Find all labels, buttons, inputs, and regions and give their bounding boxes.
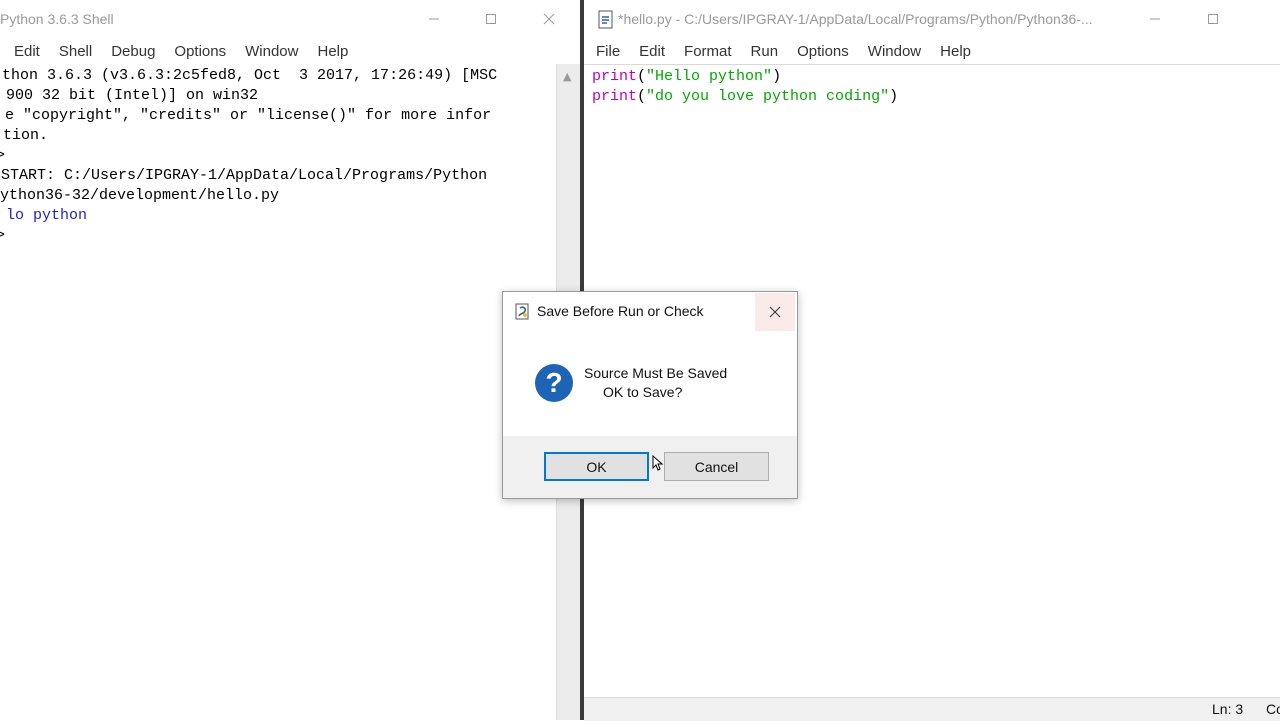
editor-title: *hello.py - C:/Users/IPGRAY-1/AppData/Lo…	[618, 11, 1093, 27]
menu-window[interactable]: Window	[868, 43, 921, 60]
string-token: "Hello python"	[646, 68, 773, 85]
status-bar: Ln: 3 Col:	[584, 697, 1280, 721]
menu-run[interactable]: Run	[751, 43, 779, 60]
shell-window: Python 3.6.3 Shell Edit Shell Debug Opti…	[0, 0, 580, 720]
menubar-divider	[584, 64, 1280, 65]
editor-menubar: File Edit Format Run Options Window Help	[596, 38, 990, 64]
menu-options[interactable]: Options	[174, 43, 226, 60]
minimize-button[interactable]	[411, 8, 457, 30]
close-icon	[769, 306, 781, 318]
message-line: Source Must Be Saved	[584, 365, 728, 381]
dialog-message: Source Must Be Saved OK to Save?	[584, 364, 727, 402]
menu-help[interactable]: Help	[940, 43, 971, 60]
ok-button[interactable]: OK	[544, 452, 649, 481]
message-line: OK to Save?	[603, 384, 683, 400]
scroll-up-icon[interactable]: ▲	[563, 70, 571, 83]
paren-token: )	[889, 88, 899, 105]
save-dialog: Save Before Run or Check ? Source Must B…	[502, 291, 798, 499]
minimize-button[interactable]	[1132, 8, 1178, 30]
dialog-title: Save Before Run or Check	[537, 303, 704, 319]
shell-prompt: >	[0, 227, 6, 244]
question-icon: ?	[535, 364, 573, 402]
minimize-icon	[429, 18, 439, 20]
maximize-button[interactable]	[1190, 8, 1236, 30]
keyword-token: print	[592, 88, 638, 105]
menu-edit[interactable]: Edit	[639, 43, 665, 60]
dialog-close-button[interactable]	[755, 293, 795, 331]
shell-prompt: >	[0, 147, 6, 164]
maximize-icon	[1208, 14, 1218, 24]
menu-help[interactable]: Help	[317, 43, 348, 60]
minimize-icon	[1150, 18, 1160, 20]
string-token: "do you love python coding"	[646, 88, 890, 105]
menu-file[interactable]: File	[596, 43, 620, 60]
maximize-icon	[486, 14, 496, 24]
keyword-token: print	[592, 68, 638, 85]
paren-token: (	[637, 88, 647, 105]
dialog-titlebar[interactable]: Save Before Run or Check	[503, 292, 797, 332]
status-line: Ln: 3	[1212, 701, 1244, 717]
close-button[interactable]	[526, 8, 572, 30]
cancel-button[interactable]: Cancel	[664, 452, 769, 481]
menu-shell[interactable]: Shell	[59, 43, 92, 60]
python-file-icon	[598, 10, 613, 29]
maximize-button[interactable]	[468, 8, 514, 30]
shell-output-area[interactable]: thon 3.6.3 (v3.6.3:2c5fed8, Oct 3 2017, …	[0, 66, 548, 706]
status-column: Col:	[1266, 701, 1280, 717]
code-line: print("Hello python")	[592, 67, 1272, 87]
shell-line: START: C:/Users/IPGRAY-1/AppData/Local/P…	[1, 167, 488, 184]
shell-line: thon 3.6.3 (v3.6.3:2c5fed8, Oct 3 2017, …	[2, 67, 498, 84]
shell-program-output: lo python	[6, 207, 88, 224]
paren-token: )	[772, 68, 782, 85]
mouse-cursor-icon	[652, 455, 664, 471]
shell-line: 900 32 bit (Intel)] on win32	[6, 87, 259, 104]
paren-token: (	[637, 68, 647, 85]
close-icon	[543, 13, 555, 25]
code-line: print("do you love python coding")	[592, 87, 1272, 107]
shell-title: Python 3.6.3 Shell	[0, 11, 114, 27]
dialog-footer: OK Cancel	[503, 436, 797, 498]
shell-titlebar[interactable]: Python 3.6.3 Shell	[0, 0, 580, 38]
menu-window[interactable]: Window	[245, 43, 298, 60]
menu-edit[interactable]: Edit	[14, 43, 40, 60]
shell-line: e "copyright", "credits" or "license()" …	[5, 107, 492, 124]
editor-titlebar[interactable]: *hello.py - C:/Users/IPGRAY-1/AppData/Lo…	[584, 0, 1280, 38]
shell-line: tion.	[3, 127, 49, 144]
shell-menubar: Edit Shell Debug Options Window Help	[14, 38, 367, 64]
menu-format[interactable]: Format	[684, 43, 732, 60]
dialog-body: ? Source Must Be Saved OK to Save?	[503, 332, 797, 436]
menu-debug[interactable]: Debug	[111, 43, 155, 60]
python-feather-icon	[515, 303, 529, 320]
menu-options[interactable]: Options	[797, 43, 849, 60]
shell-line: ython36-32/development/hello.py	[0, 187, 280, 204]
